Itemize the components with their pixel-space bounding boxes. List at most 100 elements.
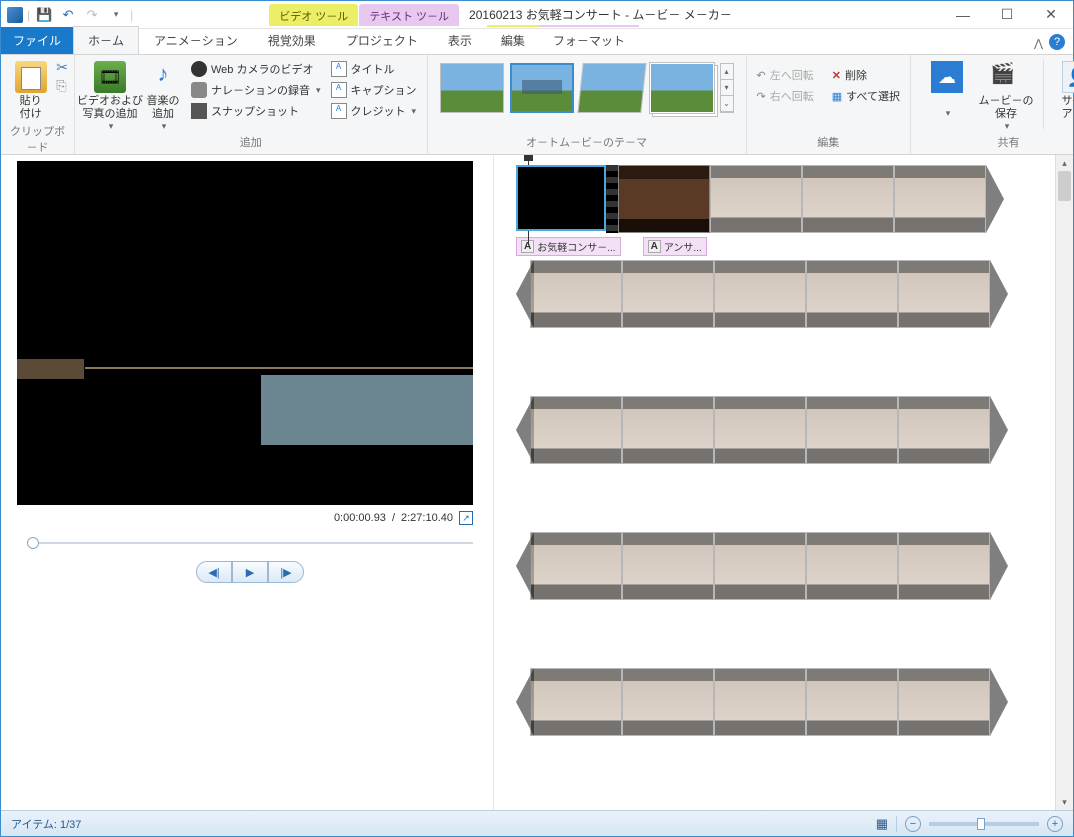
preview-pane: 0:00:00.93/2:27:10.40 ↗ ◀| ▶ |▶ xyxy=(1,155,493,810)
paste-icon xyxy=(15,61,47,93)
view-tab[interactable]: 表示 xyxy=(433,26,487,54)
maximize-button[interactable]: ☐ xyxy=(985,1,1029,29)
close-button[interactable]: ✕ xyxy=(1029,1,1073,29)
clip-5[interactable] xyxy=(894,165,986,233)
file-tab[interactable]: ファイル xyxy=(1,27,73,54)
visual-effects-tab[interactable]: 視覚効果 xyxy=(253,26,331,54)
project-tab[interactable]: プロジェクト xyxy=(331,26,433,54)
credits-button[interactable]: Aクレジット xyxy=(327,101,421,121)
time-display-row: 0:00:00.93/2:27:10.40 ↗ xyxy=(17,505,483,531)
clip[interactable] xyxy=(806,260,898,328)
zoom-thumb[interactable] xyxy=(977,818,985,830)
clip[interactable] xyxy=(714,668,806,736)
theme-1[interactable] xyxy=(440,63,504,113)
add-label: 追加 xyxy=(81,134,421,152)
clip-2[interactable] xyxy=(618,165,710,233)
clip[interactable] xyxy=(898,260,990,328)
collapse-ribbon-icon[interactable]: ⋀ xyxy=(1034,37,1043,50)
caption-button[interactable]: Aキャプション xyxy=(327,80,421,100)
narration-button[interactable]: ナレ－ションの録音 xyxy=(187,80,325,100)
redo-icon[interactable]: ↷ xyxy=(82,5,102,25)
select-all-button[interactable]: ▦すべて選択 xyxy=(828,86,904,106)
edit-group: ↶左へ回転 ✕削除 ↷右へ回転 ▦すべて選択 編集 xyxy=(747,55,911,154)
cut-icon[interactable]: ✂ xyxy=(56,59,68,76)
seek-slider[interactable] xyxy=(27,535,473,551)
text-tools-tab-header: テキスト ツ－ル xyxy=(359,4,459,26)
qat-separator: | xyxy=(27,8,30,22)
clip[interactable] xyxy=(898,396,990,464)
signout-button[interactable]: 👤 サイン アウト xyxy=(1056,59,1074,134)
webcam-video-button[interactable]: Web カメラのビデオ xyxy=(187,59,325,79)
transport-controls: ◀| ▶ |▶ xyxy=(17,561,483,583)
clip[interactable] xyxy=(714,396,806,464)
video-edit-subtab[interactable]: 編集 xyxy=(487,25,539,54)
clip[interactable] xyxy=(622,260,714,328)
clip[interactable] xyxy=(898,532,990,600)
onedrive-icon: ☁ xyxy=(931,61,963,93)
title-button[interactable]: Aタイトル xyxy=(327,59,421,79)
play-button[interactable]: ▶ xyxy=(232,561,268,583)
zoom-in-button[interactable]: + xyxy=(1047,816,1063,832)
prev-frame-button[interactable]: ◀| xyxy=(196,561,232,583)
clip[interactable] xyxy=(530,260,622,328)
home-tab[interactable]: ホ－ム xyxy=(73,26,139,54)
rotate-left-button[interactable]: ↶左へ回転 xyxy=(753,65,818,85)
view-mode-icon[interactable]: ▦ xyxy=(876,816,888,832)
contextual-tool-tabs: ビデオ ツ－ル テキスト ツ－ル xyxy=(269,4,459,26)
clip[interactable] xyxy=(530,532,622,600)
clip[interactable] xyxy=(806,668,898,736)
animation-tab[interactable]: アニメ－ション xyxy=(139,26,253,54)
rotate-right-button[interactable]: ↷右へ回転 xyxy=(753,86,818,106)
timeline-scrollbar[interactable]: ▴ ▾ xyxy=(1055,155,1073,810)
caption-icon: A xyxy=(331,82,347,98)
add-video-photo-button[interactable]: ビデオおよび 写真の追加 xyxy=(81,59,139,134)
main-area: 0:00:00.93/2:27:10.40 ↗ ◀| ▶ |▶ xyxy=(1,155,1073,810)
theme-2[interactable] xyxy=(510,63,574,113)
clip[interactable] xyxy=(622,668,714,736)
copy-icon[interactable]: ⎘ xyxy=(56,78,68,94)
theme-3[interactable] xyxy=(577,63,646,113)
fullscreen-icon[interactable]: ↗ xyxy=(459,511,473,525)
save-movie-button[interactable]: 🎬 ム－ビ－の 保存 xyxy=(981,59,1031,134)
delete-button[interactable]: ✕削除 xyxy=(828,65,871,85)
caption-tag-1[interactable]: Aお気軽コンサ－... xyxy=(516,237,621,256)
snapshot-button[interactable]: スナップショット xyxy=(187,101,325,121)
qat-customize-icon[interactable]: ▾ xyxy=(106,5,126,25)
clip-4[interactable] xyxy=(802,165,894,233)
paste-button[interactable]: 貼り 付け xyxy=(7,59,54,123)
theme-gallery-dropdown[interactable]: ▴▾⌄ xyxy=(720,63,734,113)
clip[interactable] xyxy=(714,532,806,600)
help-icon[interactable]: ? xyxy=(1049,34,1065,50)
clip[interactable] xyxy=(622,396,714,464)
strip-continue-icon xyxy=(990,396,1008,464)
caption-tag-2[interactable]: Aアンサ... xyxy=(643,237,707,256)
scroll-up-icon[interactable]: ▴ xyxy=(1056,155,1073,171)
text-format-subtab[interactable]: フォ－マット xyxy=(539,25,639,54)
scroll-thumb[interactable] xyxy=(1058,171,1071,201)
onedrive-button[interactable]: ☁ xyxy=(925,59,969,121)
seek-thumb[interactable] xyxy=(27,537,39,549)
zoom-out-button[interactable]: − xyxy=(905,816,921,832)
clip[interactable] xyxy=(714,260,806,328)
ribbon: 貼り 付け ✂ ⎘ クリップボ－ド ビデオおよび 写真の追加 ♪ 音楽の 追加 … xyxy=(1,55,1073,155)
clip[interactable] xyxy=(622,532,714,600)
scroll-down-icon[interactable]: ▾ xyxy=(1056,794,1073,810)
item-count: アイテム: 1/37 xyxy=(11,816,81,832)
quick-access-toolbar: | 💾 ↶ ↷ ▾ | xyxy=(1,5,139,25)
clip[interactable] xyxy=(806,396,898,464)
save-icon[interactable]: 💾 xyxy=(34,5,54,25)
theme-4[interactable] xyxy=(650,63,714,113)
minimize-button[interactable]: — xyxy=(941,1,985,29)
clip[interactable] xyxy=(898,668,990,736)
clip[interactable] xyxy=(806,532,898,600)
add-music-button[interactable]: ♪ 音楽の 追加 xyxy=(141,59,185,134)
clipboard-label: クリップボ－ド xyxy=(7,123,68,157)
zoom-slider[interactable] xyxy=(929,822,1039,826)
next-frame-button[interactable]: |▶ xyxy=(268,561,304,583)
undo-icon[interactable]: ↶ xyxy=(58,5,78,25)
clip[interactable] xyxy=(530,668,622,736)
timeline-content[interactable]: Aお気軽コンサ－... Aアンサ... xyxy=(494,155,1051,810)
clip[interactable] xyxy=(530,396,622,464)
clip-1-title[interactable] xyxy=(516,165,606,233)
clip-3[interactable] xyxy=(710,165,802,233)
